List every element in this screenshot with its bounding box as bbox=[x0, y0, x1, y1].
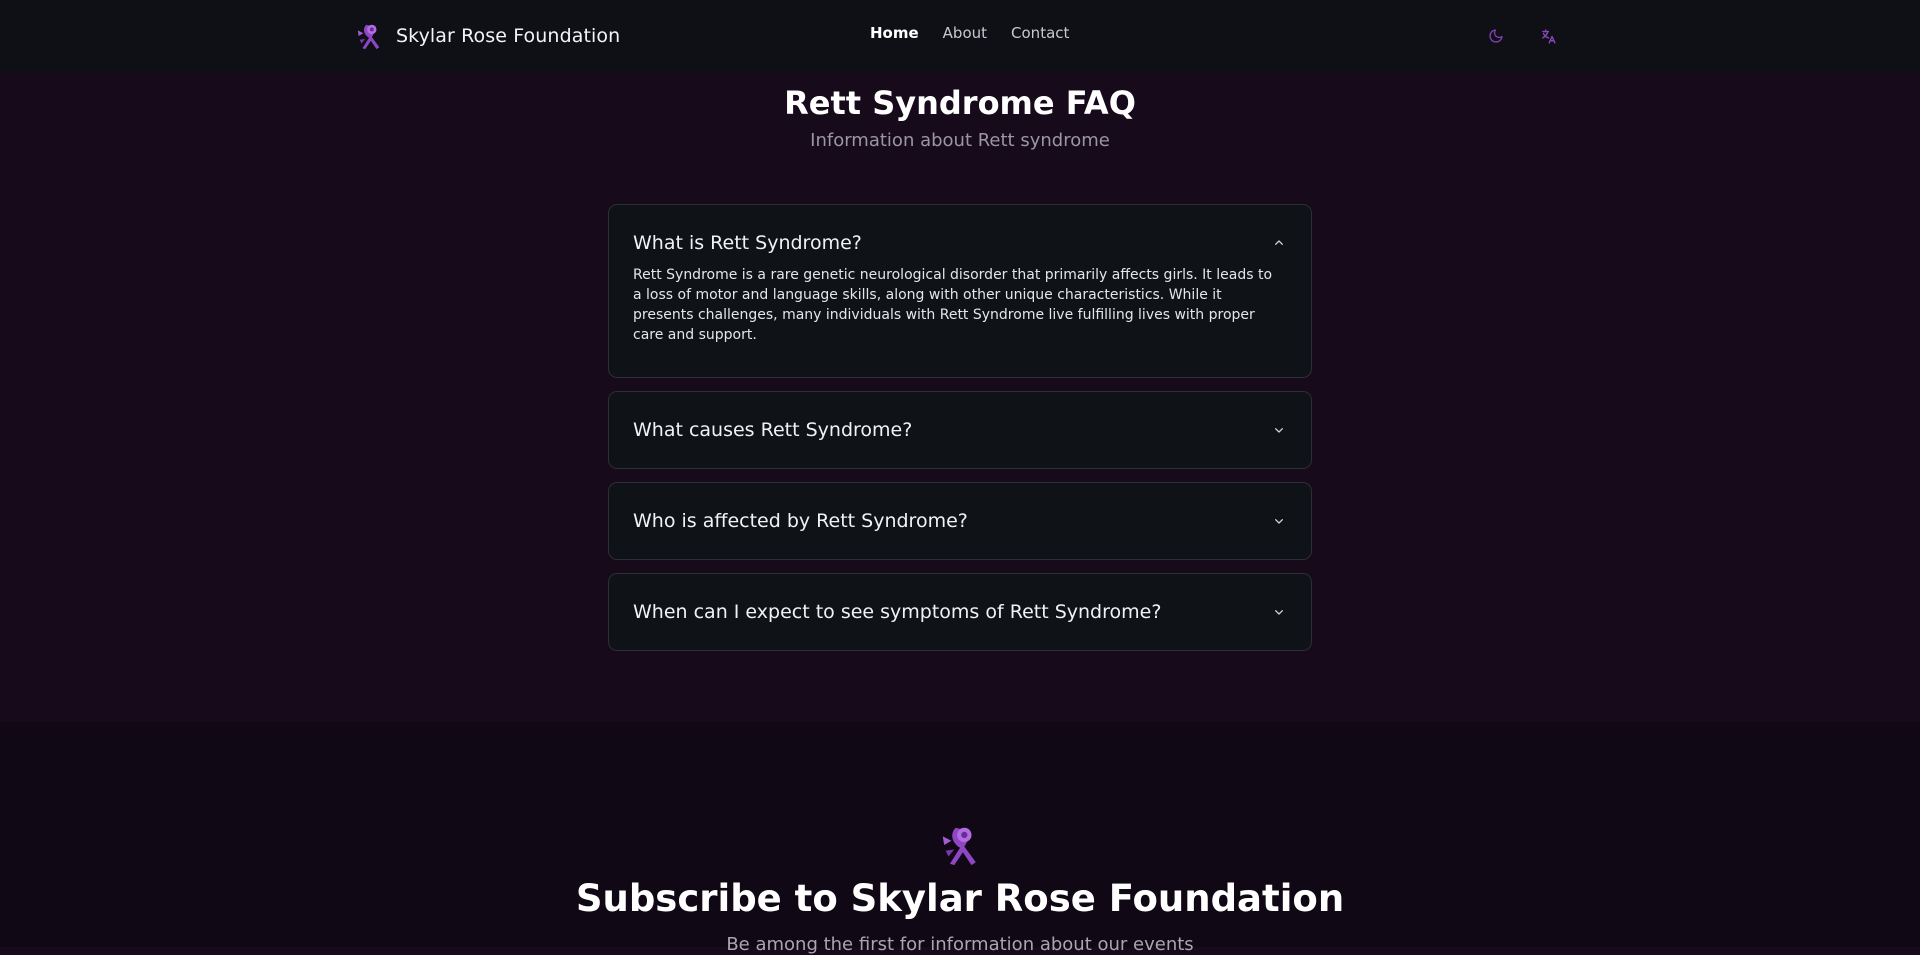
chevron-up-icon bbox=[1275, 240, 1283, 245]
faq-item: Who is affected by Rett Syndrome? bbox=[608, 482, 1312, 560]
moon-icon bbox=[1489, 29, 1503, 43]
faq-question-toggle[interactable]: What causes Rett Syndrome? bbox=[633, 392, 1287, 468]
main-nav: Home About Contact bbox=[870, 24, 1069, 42]
ribbon-logo-icon bbox=[942, 827, 976, 866]
faq-question-toggle[interactable]: When can I expect to see symptoms of Ret… bbox=[633, 574, 1287, 650]
faq-item: What is Rett Syndrome? Rett Syndrome is … bbox=[608, 204, 1312, 378]
faq-subtitle: Information about Rett syndrome bbox=[810, 130, 1110, 151]
language-toggle-button[interactable] bbox=[1536, 24, 1560, 48]
faq-question: What causes Rett Syndrome? bbox=[633, 419, 913, 441]
navbar: Skylar Rose Foundation Home About Contac… bbox=[0, 0, 1920, 72]
faq-question-toggle[interactable]: Who is affected by Rett Syndrome? bbox=[633, 483, 1287, 559]
theme-toggle-button[interactable] bbox=[1484, 24, 1508, 48]
faq-question: When can I expect to see symptoms of Ret… bbox=[633, 601, 1162, 623]
faq-accordion: What is Rett Syndrome? Rett Syndrome is … bbox=[608, 204, 1312, 651]
nav-home-link[interactable]: Home bbox=[870, 24, 919, 42]
faq-question: What is Rett Syndrome? bbox=[633, 232, 862, 254]
subscribe-title: Subscribe to Skylar Rose Foundation bbox=[575, 877, 1345, 920]
faq-title: Rett Syndrome FAQ bbox=[784, 84, 1136, 122]
brand-name: Skylar Rose Foundation bbox=[396, 25, 621, 47]
faq-question: Who is affected by Rett Syndrome? bbox=[633, 510, 968, 532]
brand-link[interactable]: Skylar Rose Foundation bbox=[354, 20, 620, 52]
nav-contact-link[interactable]: Contact bbox=[1011, 24, 1069, 42]
faq-item: When can I expect to see symptoms of Ret… bbox=[608, 573, 1312, 651]
ribbon-logo-icon bbox=[357, 24, 380, 50]
chevron-down-icon bbox=[1275, 610, 1283, 615]
faq-section: Rett Syndrome FAQ Information about Rett… bbox=[0, 72, 1920, 722]
chevron-down-icon bbox=[1275, 428, 1283, 433]
chevron-down-icon bbox=[1275, 519, 1283, 524]
subscribe-text: Be among the first for information about… bbox=[726, 934, 1194, 955]
faq-answer: Rett Syndrome is a rare genetic neurolog… bbox=[633, 267, 1273, 343]
faq-item: What causes Rett Syndrome? bbox=[608, 391, 1312, 469]
subscribe-section: Subscribe to Skylar Rose Foundation Be a… bbox=[0, 722, 1920, 955]
nav-about-link[interactable]: About bbox=[943, 24, 987, 42]
translate-icon bbox=[1541, 28, 1556, 44]
